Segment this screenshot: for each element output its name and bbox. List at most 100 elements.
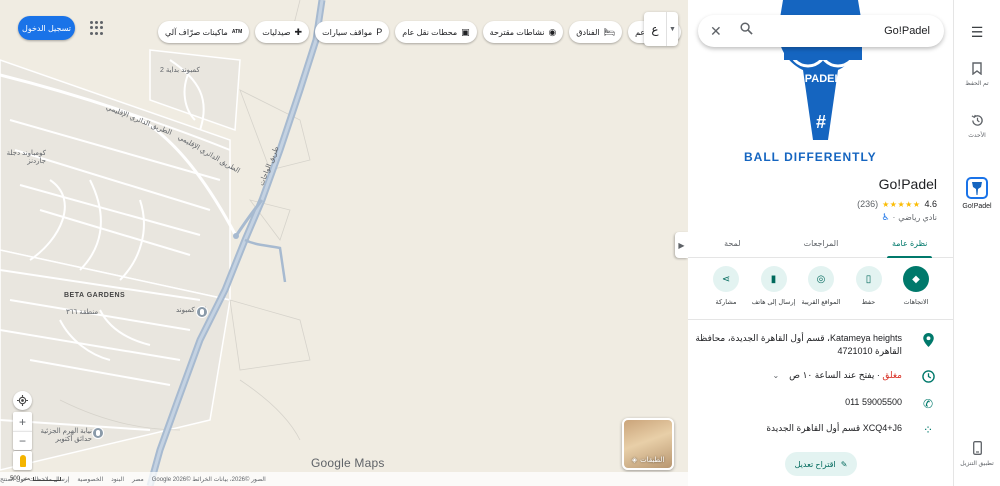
phone-send-icon: ▮ [760, 266, 787, 292]
address-text: Katameya heights، قسم أول القاهرة الجديد… [695, 333, 902, 356]
phone-row[interactable]: ✆ 011 59005500 [688, 396, 953, 411]
phone-icon: ✆ [922, 397, 934, 411]
chevron-down-icon[interactable]: ▼ [666, 12, 678, 46]
map-label-compound-bedaya: كمبوند بداية 2 [160, 67, 200, 74]
suggest-edit-button[interactable]: ✎ اقتراح تعديل [785, 452, 857, 476]
address-row[interactable]: Katameya heights، قسم أول القاهرة الجديد… [688, 332, 953, 358]
rail-get-app-label: تطبيق التنزيل [960, 461, 994, 467]
menu-icon: ☰ [970, 24, 984, 40]
hours-status: مغلق [882, 370, 902, 380]
suggest-edit-label: اقتراح تعديل [794, 459, 836, 469]
share-button[interactable]: ⋖ مشاركة [706, 266, 746, 306]
crosshair-icon [17, 395, 28, 406]
tab-overview[interactable]: نظرة عامة [865, 230, 953, 258]
hours-row[interactable]: مغلق · يفتح عند الساعة ١٠ ص ⌄ [688, 369, 953, 383]
clock-icon [902, 369, 953, 383]
place-panel: PADEL # BALL DIFFERENTLY ✕ Go!Padel (236… [688, 0, 954, 486]
map-label-beta-gardens: BETA GARDENS [64, 292, 126, 299]
chip-label: صيدليات [262, 27, 291, 37]
language-char: ع [651, 22, 659, 36]
chevron-down-icon[interactable]: ⌄ [772, 371, 779, 380]
tab-reviews[interactable]: المراجعات [777, 230, 866, 257]
attribution-bar: الصور ©2026، بيانات الخرائط ©2026 Google… [0, 472, 688, 486]
maps-window: كمبوند بداية 2 كومباوند دجلة جاردنز BETA… [0, 0, 1000, 486]
send-button[interactable]: ▮ إرسال إلى هاتف [751, 266, 796, 306]
attribution-item[interactable]: الخصوصية [77, 476, 103, 483]
minus-icon: − [18, 434, 26, 448]
chip-camera[interactable]: ◉ نشاطات مقترحة [482, 21, 564, 43]
zoom-in-button[interactable]: + [13, 412, 32, 431]
chip-hotel[interactable]: 🛏 الفنادق [569, 21, 623, 43]
input-tools-button[interactable]: ع ▼ [644, 12, 678, 46]
directions-label: الاتجاهات [903, 299, 929, 306]
nearby-button[interactable]: ◎ المواقع القريبة [801, 266, 841, 306]
rail-current-place[interactable]: Go!Padel [954, 177, 1000, 210]
apps-grid-icon[interactable] [90, 21, 104, 35]
chip-atm[interactable]: ATM ماكينات صرّاف آلي [158, 21, 250, 43]
plus-code-icon: ⁘ [922, 423, 934, 437]
close-icon[interactable]: ✕ [710, 23, 730, 40]
logo-mark: # [816, 112, 826, 132]
rail-recent[interactable]: الأحدث [954, 112, 1000, 139]
save-button[interactable]: ▯ حفظ [849, 266, 889, 306]
action-buttons: ◆ الاتجاهات ▯ حفظ ◎ المواقع القريبة ▮ إرسال إلى… [706, 266, 936, 306]
bookmark-icon: ▯ [855, 266, 882, 292]
parking-icon: P [376, 27, 383, 37]
share-icon: ⋖ [713, 266, 739, 292]
plus-code-text: XCQ4+J6 قسم أول القاهرة الجديدة [766, 423, 902, 433]
map-label-pyramid-school: نيابة الهرم الجزئية حدائق أكتوبر [40, 428, 92, 443]
share-label: مشاركة [715, 299, 737, 306]
directions-button[interactable]: ◆ الاتجاهات [896, 266, 936, 306]
zoom-out-button[interactable]: − [13, 431, 32, 450]
layers-icon: ◈ [631, 457, 638, 464]
poi-pin-school[interactable] [92, 427, 104, 439]
place-tabs: نظرة عامة المراجعات لمحة [688, 230, 953, 258]
chip-label: الفنادق [576, 27, 600, 37]
attribution-item[interactable]: البنود [111, 476, 124, 483]
chevron-right-icon: ▶ [678, 240, 685, 250]
tab-about[interactable]: لمحة [688, 230, 777, 257]
place-category[interactable]: نادي رياضي [898, 213, 937, 222]
search-icon[interactable] [740, 22, 762, 40]
send-label: إرسال إلى هاتف [751, 299, 796, 306]
chip-parking[interactable]: P مواقف سيارات [315, 21, 390, 43]
rail-saved[interactable]: تم الحفظ [954, 60, 1000, 87]
hero-caption: BALL DIFFERENTLY [744, 150, 877, 162]
map-base-layer [0, 0, 688, 486]
search-input[interactable] [762, 25, 932, 37]
rail-recent-label: الأحدث [968, 133, 986, 139]
map-canvas[interactable]: كمبوند بداية 2 كومباوند دجلة جاردنز BETA… [0, 0, 688, 486]
attribution-item[interactable]: مصر [132, 476, 144, 483]
atm-icon: ATM [231, 29, 243, 35]
place-title: Go!Padel [878, 176, 937, 192]
review-count[interactable]: (236) [857, 199, 878, 209]
plus-icon: + [18, 414, 26, 429]
transit-icon: ▣ [461, 26, 470, 37]
attribution-item: الصور ©2026، بيانات الخرائط ©2026 Google [151, 476, 266, 483]
poi-pin-kenz[interactable] [196, 306, 208, 318]
rail-get-app[interactable]: تطبيق التنزيل [954, 440, 1000, 467]
plus-code-row[interactable]: ⁘ XCQ4+J6 قسم أول القاهرة الجديدة [688, 422, 953, 437]
collapse-panel-button[interactable]: ▶ [675, 232, 688, 258]
sign-in-button[interactable]: تسجيل الدخول [18, 16, 75, 40]
chip-pharmacy[interactable]: ✚ صيدليات [255, 21, 310, 43]
street-view-pegman[interactable] [13, 451, 32, 470]
chip-transit[interactable]: ▣ محطات نقل عام [395, 21, 477, 43]
rating-value: 4.6 [924, 199, 937, 209]
rating-row[interactable]: (236) ★★★★★ 4.6 [857, 199, 937, 209]
menu-button[interactable]: ☰ [954, 24, 1000, 41]
chip-label: نشاطات مقترحة [489, 27, 545, 37]
save-label: حفظ [861, 299, 876, 306]
scale-bar[interactable]: 500 متر [10, 475, 62, 482]
rating-stars: ★★★★★ [882, 199, 921, 209]
chip-label: ماكينات صرّاف آلي [165, 27, 228, 37]
directions-icon: ◆ [903, 266, 929, 292]
my-location-button[interactable] [13, 391, 32, 410]
chip-label: محطات نقل عام [402, 27, 458, 37]
layers-button[interactable]: الطبقات ◈ [622, 418, 674, 470]
category-row: نادي رياضي · ♿ [882, 212, 937, 223]
accessibility-icon: ♿ [881, 212, 890, 222]
pharmacy-icon: ✚ [294, 26, 303, 37]
search-box[interactable]: ✕ [698, 15, 944, 47]
bookmark-icon [969, 60, 985, 76]
